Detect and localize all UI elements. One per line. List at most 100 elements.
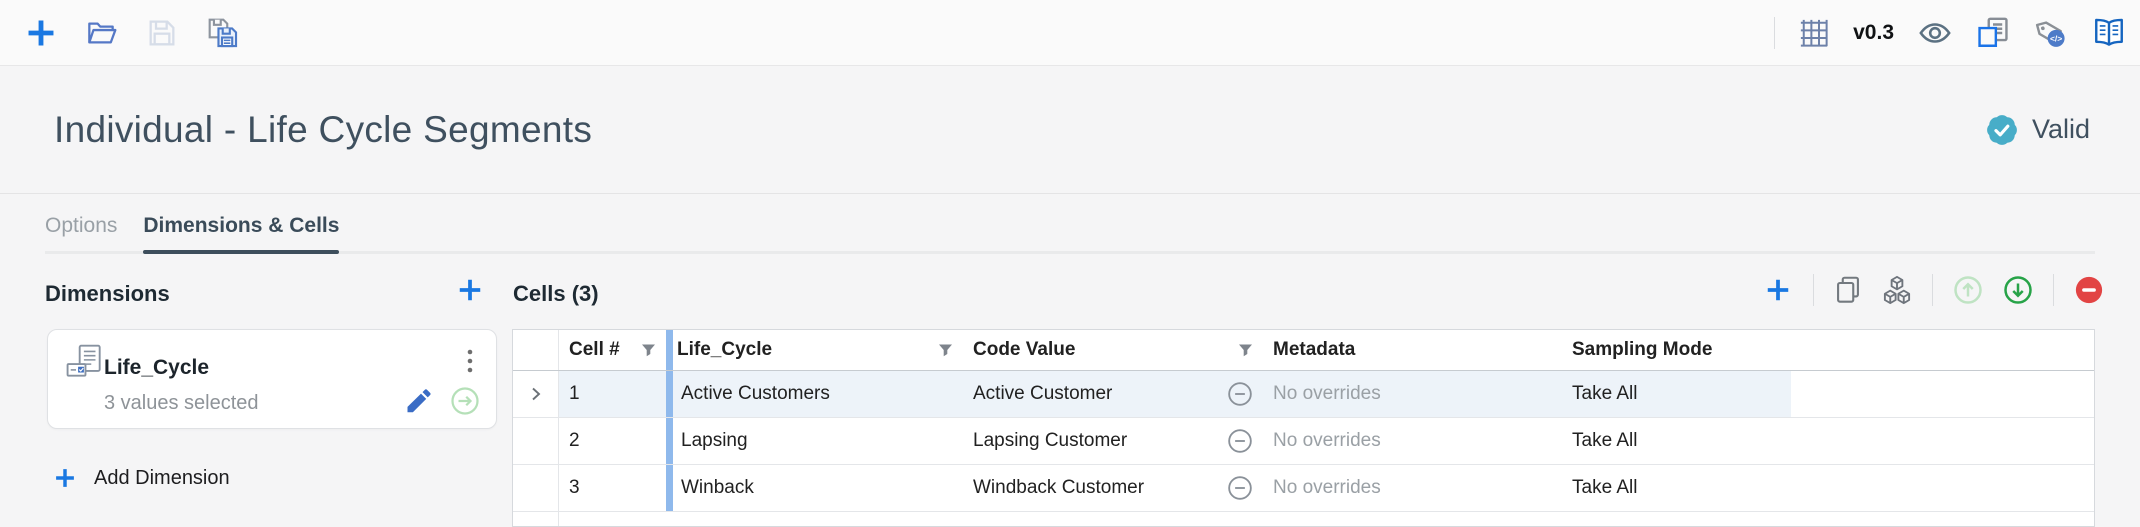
header-life-cycle[interactable]: Life_Cycle	[666, 330, 963, 370]
cell-text: Take All	[1572, 477, 1637, 499]
tab-bar: Options Dimensions & Cells	[45, 194, 2095, 254]
cell-life-cycle[interactable]: Lapsing	[666, 418, 963, 464]
table-header-row: Cell # Life_Cycle Code Value Metadata Sa…	[513, 330, 2094, 371]
filter-funnel-icon[interactable]	[641, 343, 656, 357]
header-label: Sampling Mode	[1572, 339, 1712, 361]
add-dimension-button[interactable]: Add Dimension	[52, 465, 230, 491]
no-overrides-minus-icon	[1227, 428, 1253, 454]
cell-text: Active Customers	[681, 383, 830, 405]
cell-num[interactable]: 2	[559, 418, 666, 464]
header-metadata[interactable]: Metadata	[1263, 330, 1566, 370]
open-folder-icon[interactable]	[86, 17, 118, 49]
cell-code-value[interactable]: Lapsing Customer	[963, 418, 1263, 464]
documentation-book-icon[interactable]	[2092, 16, 2126, 50]
cell-text: Lapsing	[681, 430, 748, 452]
add-dimension-plus-icon[interactable]	[455, 275, 485, 305]
grid-icon[interactable]	[1799, 18, 1829, 48]
header-sampling-mode[interactable]: Sampling Mode	[1566, 330, 1791, 370]
save-all-icon[interactable]	[206, 16, 240, 50]
move-down-icon[interactable]	[2003, 275, 2033, 305]
go-to-arrow-icon	[450, 386, 480, 416]
code-tag-icon[interactable]: </>	[2034, 16, 2068, 50]
cells-toolbar-divider	[2053, 274, 2054, 306]
cells-toolbar	[1763, 270, 2104, 310]
cell-text: No overrides	[1273, 383, 1381, 405]
header-label: Life_Cycle	[677, 339, 772, 361]
cell-sampling-mode[interactable]: Take All	[1566, 465, 1791, 511]
remove-cell-icon[interactable]	[2074, 275, 2104, 305]
cell-text: Lapsing Customer	[973, 430, 1127, 452]
preview-eye-icon[interactable]	[1918, 16, 1952, 50]
cell-sampling-mode[interactable]: Take All	[1566, 371, 1791, 417]
cell-text: 2	[569, 430, 580, 452]
dimension-summary: 3 values selected	[104, 392, 259, 415]
cell-metadata[interactable]: No overrides	[1263, 371, 1566, 417]
row-filler	[1791, 371, 2094, 417]
cell-text: 3	[569, 477, 580, 499]
cells-toolbar-divider	[1813, 274, 1814, 306]
export-folder-document-icon[interactable]	[1976, 16, 2010, 50]
svg-text:</>: </>	[2050, 33, 2062, 43]
no-overrides-minus-icon	[1227, 381, 1253, 407]
move-up-icon-disabled	[1953, 275, 1983, 305]
row-expander[interactable]	[513, 465, 559, 511]
version-label: v0.3	[1853, 21, 1894, 45]
table-row[interactable]: 2 Lapsing Lapsing Customer No overrides …	[513, 418, 2094, 465]
cell-metadata[interactable]: No overrides	[1263, 418, 1566, 464]
add-cell-plus-icon[interactable]	[1763, 275, 1793, 305]
dimension-values-icon	[66, 344, 106, 380]
plus-icon	[52, 465, 78, 491]
cell-text: Take All	[1572, 383, 1637, 405]
cells-table: Cell # Life_Cycle Code Value Metadata Sa…	[512, 329, 2095, 527]
table-row[interactable]: 1 Active Customers Active Customer No ov…	[513, 371, 2094, 418]
header-cell-num[interactable]: Cell #	[559, 330, 666, 370]
cell-text: Take All	[1572, 430, 1637, 452]
status-badge: Valid	[1984, 112, 2090, 148]
top-toolbar: v0.3 </>	[0, 0, 2140, 66]
cell-life-cycle[interactable]: Winback	[666, 465, 963, 511]
filter-funnel-icon[interactable]	[1238, 343, 1253, 357]
tab-options[interactable]: Options	[45, 214, 117, 251]
status-label: Valid	[2032, 114, 2090, 145]
filter-funnel-icon[interactable]	[938, 343, 953, 357]
tab-dimensions-cells[interactable]: Dimensions & Cells	[143, 214, 339, 251]
dimension-name: Life_Cycle	[104, 356, 209, 380]
cell-text: No overrides	[1273, 477, 1381, 499]
cell-text: No overrides	[1273, 430, 1381, 452]
row-expander[interactable]	[513, 418, 559, 464]
row-filler	[1791, 418, 2094, 464]
header-label: Metadata	[1273, 339, 1355, 361]
no-overrides-minus-icon	[1227, 475, 1253, 501]
dimension-card: Life_Cycle 3 values selected	[47, 329, 497, 429]
cell-text: Winback	[681, 477, 754, 499]
combine-cubes-icon[interactable]	[1882, 275, 1912, 305]
header-code-value[interactable]: Code Value	[963, 330, 1263, 370]
cell-code-value[interactable]: Active Customer	[963, 371, 1263, 417]
header-label: Cell #	[569, 339, 620, 361]
add-dimension-label: Add Dimension	[94, 467, 230, 490]
edit-pencil-icon[interactable]	[404, 386, 434, 416]
cell-metadata[interactable]: No overrides	[1263, 465, 1566, 511]
copy-cells-icon[interactable]	[1834, 276, 1862, 304]
table-row-empty	[513, 512, 2094, 526]
toolbar-divider	[1774, 17, 1775, 49]
header-label: Code Value	[973, 339, 1075, 361]
cell-code-value[interactable]: Windback Customer	[963, 465, 1263, 511]
cells-heading: Cells (3)	[513, 281, 599, 307]
dimensions-heading: Dimensions	[45, 281, 170, 307]
cell-text: 1	[569, 383, 580, 405]
header-expander-cell	[513, 330, 559, 370]
kebab-menu-icon[interactable]	[460, 346, 480, 376]
new-plus-icon[interactable]	[24, 16, 58, 50]
cell-sampling-mode[interactable]: Take All	[1566, 418, 1791, 464]
row-filler	[1791, 465, 2094, 511]
valid-seal-icon	[1984, 112, 2020, 148]
cell-num[interactable]: 1	[559, 371, 666, 417]
row-expander	[513, 512, 559, 526]
cells-toolbar-divider	[1932, 274, 1933, 306]
cell-life-cycle[interactable]: Active Customers	[666, 371, 963, 417]
table-row[interactable]: 3 Winback Windback Customer No overrides…	[513, 465, 2094, 512]
title-band: Individual - Life Cycle Segments Valid	[0, 66, 2140, 194]
cell-num[interactable]: 3	[559, 465, 666, 511]
row-expander[interactable]	[513, 371, 559, 417]
